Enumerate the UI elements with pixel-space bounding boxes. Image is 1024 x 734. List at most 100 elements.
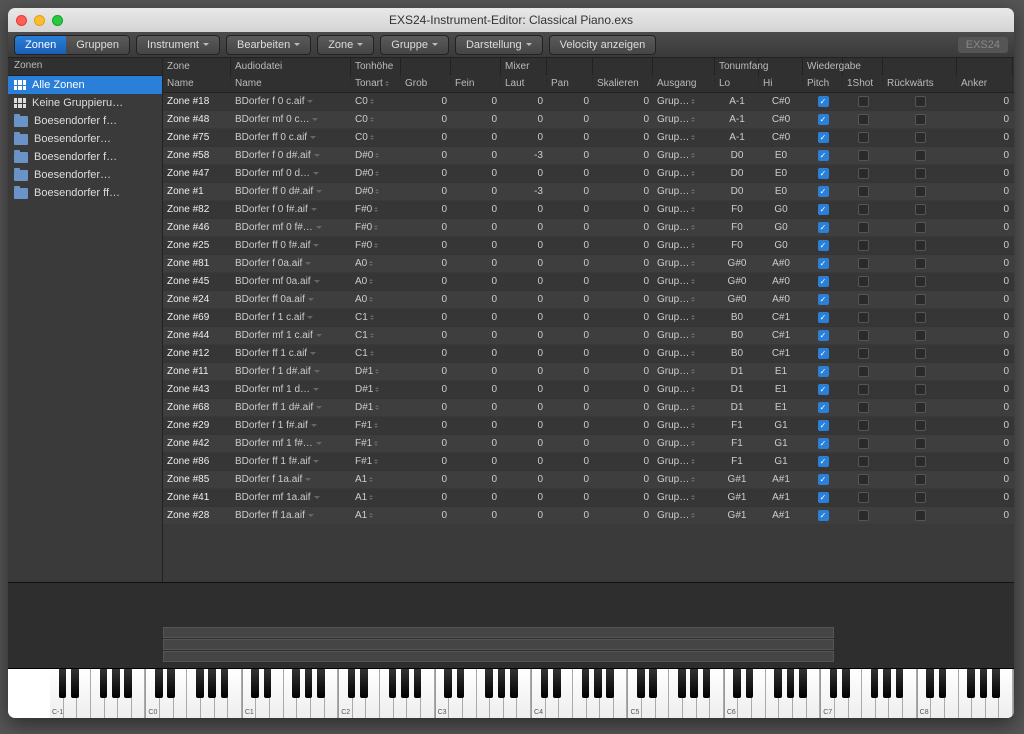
- octave[interactable]: C7: [821, 669, 917, 718]
- sidebar-item[interactable]: Boesendorfer f…: [8, 112, 162, 130]
- table-row[interactable]: Zone #1BDorfer ff 0 d#.aifD#000-300Grup……: [163, 183, 1014, 201]
- reverse-checkbox[interactable]: [915, 438, 926, 449]
- column-header[interactable]: Hi: [759, 75, 803, 92]
- black-key[interactable]: [457, 669, 465, 698]
- oneshot-checkbox[interactable]: [858, 510, 869, 521]
- reverse-checkbox[interactable]: [915, 222, 926, 233]
- reverse-checkbox[interactable]: [915, 420, 926, 431]
- file-cell[interactable]: BDorfer f 1 f#.aif: [231, 417, 351, 434]
- table-row[interactable]: Zone #43BDorfer mf 1 d…D#100000Grup…D1E1…: [163, 381, 1014, 399]
- black-key[interactable]: [871, 669, 879, 698]
- pitch-checkbox[interactable]: [818, 366, 829, 377]
- file-cell[interactable]: BDorfer ff 0 c.aif: [231, 129, 351, 146]
- pitch-checkbox[interactable]: [818, 204, 829, 215]
- oneshot-checkbox[interactable]: [858, 330, 869, 341]
- reverse-checkbox[interactable]: [915, 132, 926, 143]
- reverse-checkbox[interactable]: [915, 348, 926, 359]
- pitch-checkbox[interactable]: [818, 384, 829, 395]
- file-cell[interactable]: BDorfer mf 1 c.aif: [231, 327, 351, 344]
- file-cell[interactable]: BDorfer ff 1 d#.aif: [231, 399, 351, 416]
- column-header[interactable]: Anker: [957, 75, 1013, 92]
- octave[interactable]: C8: [918, 669, 1014, 718]
- sidebar-item[interactable]: Boesendorfer ff…: [8, 184, 162, 202]
- black-key[interactable]: [71, 669, 79, 698]
- black-key[interactable]: [553, 669, 561, 698]
- octave[interactable]: C2: [339, 669, 435, 718]
- pitch-checkbox[interactable]: [818, 96, 829, 107]
- pitch-checkbox[interactable]: [818, 132, 829, 143]
- file-cell[interactable]: BDorfer mf 0a.aif: [231, 273, 351, 290]
- black-key[interactable]: [787, 669, 795, 698]
- pitch-checkbox[interactable]: [818, 330, 829, 341]
- black-key[interactable]: [414, 669, 422, 698]
- pitch-checkbox[interactable]: [818, 150, 829, 161]
- black-key[interactable]: [637, 669, 645, 698]
- file-cell[interactable]: BDorfer mf 1 f#…: [231, 435, 351, 452]
- octave[interactable]: C5: [628, 669, 724, 718]
- table-row[interactable]: Zone #46BDorfer mf 0 f#…F#000000Grup…F0G…: [163, 219, 1014, 237]
- sidebar-item[interactable]: Keine Gruppieru…: [8, 94, 162, 112]
- oneshot-checkbox[interactable]: [858, 114, 869, 125]
- oneshot-checkbox[interactable]: [858, 168, 869, 179]
- table-row[interactable]: Zone #69BDorfer f 1 c.aifC100000Grup…B0C…: [163, 309, 1014, 327]
- oneshot-checkbox[interactable]: [858, 204, 869, 215]
- black-key[interactable]: [264, 669, 272, 698]
- column-header[interactable]: Name: [231, 75, 351, 92]
- column-header[interactable]: Lo: [715, 75, 759, 92]
- menu-gruppe[interactable]: Gruppe: [380, 35, 449, 55]
- menu-instrument[interactable]: Instrument: [136, 35, 220, 55]
- black-key[interactable]: [155, 669, 163, 698]
- reverse-checkbox[interactable]: [915, 150, 926, 161]
- black-key[interactable]: [59, 669, 67, 698]
- file-cell[interactable]: BDorfer ff 1 c.aif: [231, 345, 351, 362]
- black-key[interactable]: [606, 669, 614, 698]
- table-row[interactable]: Zone #48BDorfer mf 0 c…C000000Grup…A-1C#…: [163, 111, 1014, 129]
- file-cell[interactable]: BDorfer ff 1a.aif: [231, 507, 351, 524]
- file-cell[interactable]: BDorfer mf 0 f#…: [231, 219, 351, 236]
- file-cell[interactable]: BDorfer f 0 d#.aif: [231, 147, 351, 164]
- file-cell[interactable]: BDorfer mf 0 c…: [231, 111, 351, 128]
- sidebar-item[interactable]: Boesendorfer…: [8, 130, 162, 148]
- oneshot-checkbox[interactable]: [858, 420, 869, 431]
- black-key[interactable]: [541, 669, 549, 698]
- file-cell[interactable]: BDorfer ff 1 f#.aif: [231, 453, 351, 470]
- octave[interactable]: C-1: [50, 669, 146, 718]
- column-header[interactable]: Pitch: [803, 75, 843, 92]
- column-header[interactable]: Name: [163, 75, 231, 92]
- table-row[interactable]: Zone #29BDorfer f 1 f#.aifF#100000Grup…F…: [163, 417, 1014, 435]
- table-row[interactable]: Zone #12BDorfer ff 1 c.aifC100000Grup…B0…: [163, 345, 1014, 363]
- table-row[interactable]: Zone #28BDorfer ff 1a.aifA100000Grup…G#1…: [163, 507, 1014, 525]
- black-key[interactable]: [926, 669, 934, 698]
- file-cell[interactable]: BDorfer f 0 f#.aif: [231, 201, 351, 218]
- black-key[interactable]: [883, 669, 891, 698]
- file-cell[interactable]: BDorfer f 1 c.aif: [231, 309, 351, 326]
- black-key[interactable]: [649, 669, 657, 698]
- octave[interactable]: C6: [725, 669, 821, 718]
- pitch-checkbox[interactable]: [818, 114, 829, 125]
- black-key[interactable]: [292, 669, 300, 698]
- pitch-checkbox[interactable]: [818, 258, 829, 269]
- black-key[interactable]: [992, 669, 1000, 698]
- octave[interactable]: C1: [243, 669, 339, 718]
- oneshot-checkbox[interactable]: [858, 222, 869, 233]
- table-row[interactable]: Zone #85BDorfer f 1a.aifA100000Grup…G#1A…: [163, 471, 1014, 489]
- table-row[interactable]: Zone #42BDorfer mf 1 f#…F#100000Grup…F1G…: [163, 435, 1014, 453]
- octave[interactable]: C4: [532, 669, 628, 718]
- oneshot-checkbox[interactable]: [858, 294, 869, 305]
- column-header[interactable]: Skalieren: [593, 75, 653, 92]
- reverse-checkbox[interactable]: [915, 312, 926, 323]
- oneshot-checkbox[interactable]: [858, 132, 869, 143]
- black-key[interactable]: [360, 669, 368, 698]
- black-key[interactable]: [124, 669, 132, 698]
- oneshot-checkbox[interactable]: [858, 384, 869, 395]
- file-cell[interactable]: BDorfer f 0 c.aif: [231, 93, 351, 110]
- menu-zone[interactable]: Zone: [317, 35, 374, 55]
- reverse-checkbox[interactable]: [915, 492, 926, 503]
- black-key[interactable]: [389, 669, 397, 698]
- black-key[interactable]: [100, 669, 108, 698]
- tab-zonen[interactable]: Zonen: [14, 35, 66, 55]
- black-key[interactable]: [196, 669, 204, 698]
- file-cell[interactable]: BDorfer ff 0 f#.aif: [231, 237, 351, 254]
- reverse-checkbox[interactable]: [915, 510, 926, 521]
- table-row[interactable]: Zone #82BDorfer f 0 f#.aifF#000000Grup…F…: [163, 201, 1014, 219]
